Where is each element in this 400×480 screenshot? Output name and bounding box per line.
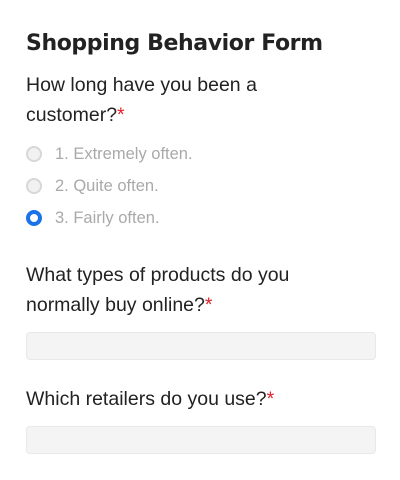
radio-option-extremely-often[interactable]: 1. Extremely often. [26, 138, 374, 170]
question-label: Which retailers do you use? [26, 388, 267, 410]
product-types-input[interactable] [26, 332, 376, 360]
radio-button-selected[interactable] [26, 210, 42, 226]
radio-option-quite-often[interactable]: 2. Quite often. [26, 170, 374, 202]
radio-button[interactable] [26, 146, 42, 162]
retailers-input[interactable] [26, 426, 376, 454]
radio-option-label: 1. Extremely often. [55, 144, 193, 163]
question-label: What types of products do you normally b… [26, 264, 290, 316]
radio-option-label: 2. Quite often. [55, 176, 159, 195]
question-label: How long have you been a customer? [26, 74, 257, 126]
required-asterisk: * [204, 294, 213, 316]
question-retailers: Which retailers do you use?* [26, 384, 374, 414]
question-customer-duration: How long have you been a customer?* [26, 70, 286, 130]
radio-option-label: 3. Fairly often. [55, 208, 160, 227]
required-asterisk: * [117, 104, 125, 126]
radio-option-fairly-often[interactable]: 3. Fairly often. [26, 202, 374, 234]
radio-button[interactable] [26, 178, 42, 194]
shopping-behavior-form: Shopping Behavior Form How long have you… [0, 0, 400, 454]
form-title: Shopping Behavior Form [26, 31, 323, 56]
required-asterisk: * [266, 388, 275, 410]
radio-group-customer-duration: 1. Extremely often. 2. Quite often. 3. F… [26, 138, 374, 234]
question-product-types: What types of products do you normally b… [26, 260, 346, 320]
